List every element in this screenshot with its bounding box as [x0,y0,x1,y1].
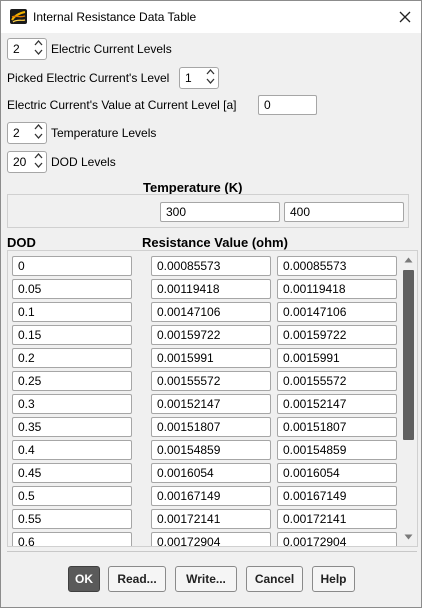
dod-cell[interactable]: 0.55 [12,509,132,529]
resistance-cell[interactable]: 0.00119418 [277,279,397,299]
temperature-input-2[interactable]: 400 [284,202,404,222]
temperature-levels-value: 2 [13,126,20,140]
fluent-app-icon [10,9,27,24]
resistance-cell[interactable]: 0.00167149 [151,486,271,506]
spin-down-icon[interactable] [206,78,215,87]
dod-levels-spinner[interactable]: 20 [7,151,47,173]
resistance-cell[interactable]: 0.00154859 [151,440,271,460]
resistance-cell[interactable]: 0.0015991 [151,348,271,368]
temperature-levels-label: Temperature Levels [51,126,157,140]
resistance-cell[interactable]: 0.0015991 [277,348,397,368]
dod-column-header: DOD [7,235,36,250]
temperature-input-1[interactable]: 300 [160,202,280,222]
picked-level-label: Picked Electric Current's Level [7,71,170,85]
scroll-thumb[interactable] [403,270,414,440]
temperature-row: 300 400 [7,194,409,228]
resistance-cell[interactable]: 0.00119418 [151,279,271,299]
electric-current-levels-label: Electric Current Levels [51,42,172,56]
dod-cell[interactable]: 0.45 [12,463,132,483]
resistance-cell[interactable]: 0.00172141 [277,509,397,529]
dod-cell[interactable]: 0.1 [12,302,132,322]
title-bar: Internal Resistance Data Table [1,1,421,33]
table-scrollbar[interactable] [400,251,417,546]
resistance-cell[interactable]: 0.00159722 [277,325,397,345]
electric-current-levels-spinner[interactable]: 2 [7,38,47,60]
picked-level-value: 1 [185,71,192,85]
resistance-cell[interactable]: 0.00172904 [151,532,271,546]
resistance-cell[interactable]: 0.00147106 [151,302,271,322]
resistance-cell[interactable]: 0.00172904 [277,532,397,546]
window-title: Internal Resistance Data Table [33,10,197,24]
dod-levels-value: 20 [13,155,27,169]
resistance-cell[interactable]: 0.00085573 [151,256,271,276]
resistance-cell[interactable]: 0.00154859 [277,440,397,460]
dod-levels-label: DOD Levels [51,155,116,169]
internal-resistance-dialog: Internal Resistance Data Table 2 Electri… [0,0,422,608]
dod-cell[interactable]: 0.25 [12,371,132,391]
cancel-button[interactable]: Cancel [246,566,303,592]
scroll-up-icon[interactable] [403,254,414,266]
dod-cell[interactable]: 0.05 [12,279,132,299]
resistance-cell[interactable]: 0.0016054 [277,463,397,483]
dod-cell[interactable]: 0.6 [12,532,132,546]
temperature-header: Temperature (K) [143,180,243,195]
current-value-label: Electric Current's Value at Current Leve… [7,98,237,112]
dod-cell[interactable]: 0.3 [12,394,132,414]
resistance-table: 0 0.00085573 0.00085573 0.05 0.00119418 … [7,250,418,547]
resistance-cell[interactable]: 0.00172141 [151,509,271,529]
spin-up-icon[interactable] [34,153,43,162]
resistance-cell[interactable]: 0.00147106 [277,302,397,322]
resistance-cell[interactable]: 0.00085573 [277,256,397,276]
close-button[interactable] [397,9,413,25]
dod-cell[interactable]: 0 [12,256,132,276]
resistance-cell[interactable]: 0.00152147 [151,394,271,414]
dod-cell[interactable]: 0.35 [12,417,132,437]
spin-down-icon[interactable] [34,133,43,142]
write-button[interactable]: Write... [175,566,237,592]
current-value-input[interactable]: 0 [258,95,317,115]
divider [7,551,417,552]
close-icon [399,11,411,23]
temperature-levels-spinner[interactable]: 2 [7,122,47,144]
resistance-column-header: Resistance Value (ohm) [142,235,288,250]
spin-up-icon[interactable] [34,124,43,133]
electric-current-levels-value: 2 [13,42,20,56]
spin-up-icon[interactable] [34,40,43,49]
help-button[interactable]: Help [312,566,355,592]
dod-cell[interactable]: 0.4 [12,440,132,460]
resistance-cell[interactable]: 0.00155572 [277,371,397,391]
resistance-cell[interactable]: 0.00152147 [277,394,397,414]
spin-down-icon[interactable] [34,162,43,171]
resistance-cell[interactable]: 0.00155572 [151,371,271,391]
dod-cell[interactable]: 0.5 [12,486,132,506]
spin-down-icon[interactable] [34,49,43,58]
ok-button[interactable]: OK [68,566,100,592]
spin-up-icon[interactable] [206,69,215,78]
resistance-cell[interactable]: 0.00159722 [151,325,271,345]
resistance-cell[interactable]: 0.00167149 [277,486,397,506]
dod-cell[interactable]: 0.15 [12,325,132,345]
resistance-cell[interactable]: 0.00151807 [277,417,397,437]
read-button[interactable]: Read... [108,566,166,592]
scroll-down-icon[interactable] [403,531,414,543]
dod-cell[interactable]: 0.2 [12,348,132,368]
picked-level-spinner[interactable]: 1 [179,67,219,89]
resistance-cell[interactable]: 0.00151807 [151,417,271,437]
resistance-cell[interactable]: 0.0016054 [151,463,271,483]
